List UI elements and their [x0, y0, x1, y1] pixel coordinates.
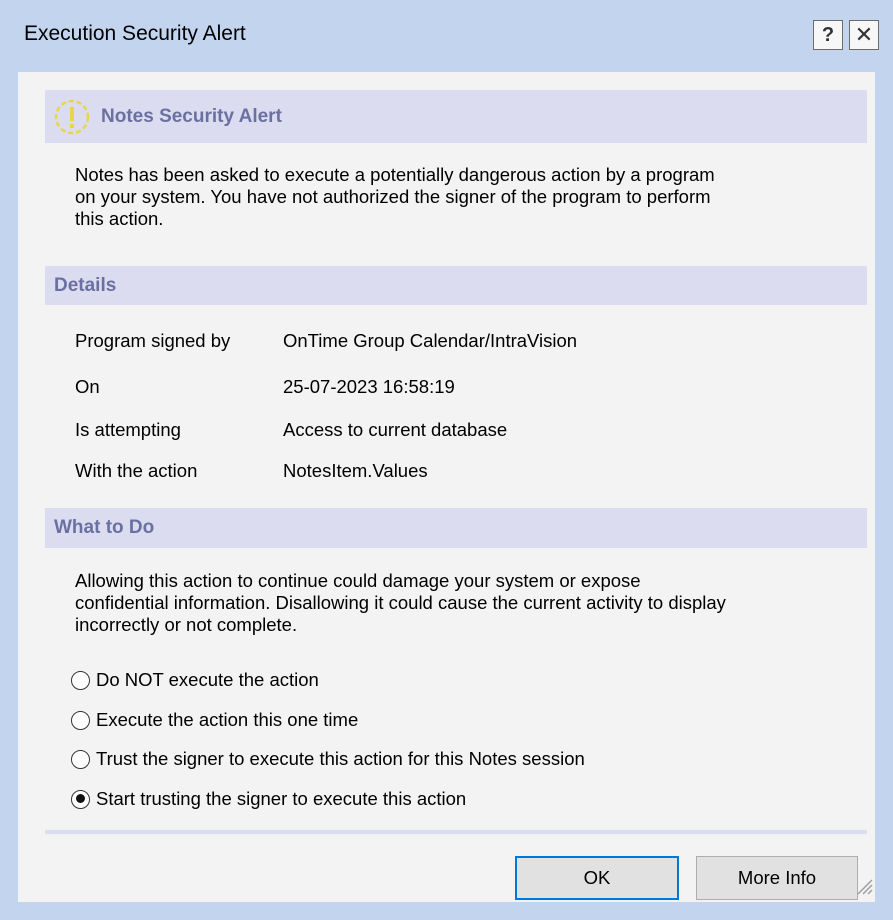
what-to-do-line-1: Allowing this action to continue could d…	[75, 570, 641, 591]
warning-icon	[53, 98, 91, 142]
more-info-button[interactable]: More Info	[696, 856, 858, 900]
details-heading: Details	[54, 275, 117, 296]
what-to-do-heading: What to Do	[54, 517, 155, 538]
what-to-do-message: Allowing this action to continue could d…	[75, 570, 726, 636]
option-execute-once[interactable]: Execute the action this one time	[71, 707, 358, 733]
alert-message-line-2: on your system. You have not authorized …	[75, 186, 711, 207]
option-do-not-execute[interactable]: Do NOT execute the action	[71, 667, 319, 693]
radio-unchecked-icon[interactable]	[71, 710, 90, 730]
details-header: Details	[45, 266, 867, 305]
alert-message-line-3: this action.	[75, 208, 164, 229]
ok-button[interactable]: OK	[515, 856, 679, 900]
what-to-do-line-2: confidential information. Disallowing it…	[75, 592, 726, 613]
detail-label: Is attempting	[75, 419, 181, 440]
option-trust-session[interactable]: Trust the signer to execute this action …	[71, 746, 585, 772]
ok-button-label: OK	[583, 867, 611, 888]
option-label: Start trusting the signer to execute thi…	[96, 788, 467, 809]
alert-header: Notes Security Alert	[45, 90, 867, 143]
dialog-window: Execution Security Alert ? ✕ Notes Secur…	[0, 0, 893, 920]
alert-heading: Notes Security Alert	[101, 106, 282, 127]
what-to-do-line-3: incorrectly or not complete.	[75, 614, 298, 635]
radio-unchecked-icon[interactable]	[71, 670, 90, 690]
dialog-body: Notes Security Alert Notes has been aske…	[18, 72, 875, 902]
option-label: Execute the action this one time	[96, 709, 359, 730]
detail-label: On	[75, 376, 100, 397]
detail-value: NotesItem.Values	[283, 460, 428, 481]
detail-label: Program signed by	[75, 330, 231, 351]
close-icon: ✕	[854, 22, 874, 47]
title-bar[interactable]: Execution Security Alert ? ✕	[0, 0, 893, 72]
close-button[interactable]: ✕	[849, 20, 879, 50]
alert-message-line-1: Notes has been asked to execute a potent…	[75, 164, 715, 185]
window-title: Execution Security Alert	[24, 22, 246, 45]
radio-checked-icon[interactable]	[71, 789, 90, 809]
help-icon: ?	[821, 23, 835, 46]
help-button[interactable]: ?	[813, 20, 843, 50]
divider	[45, 830, 867, 834]
more-info-button-label: More Info	[737, 867, 817, 888]
resize-grip-icon[interactable]	[855, 877, 873, 900]
detail-value: Access to current database	[283, 419, 508, 440]
alert-message: Notes has been asked to execute a potent…	[75, 164, 715, 230]
option-start-trusting[interactable]: Start trusting the signer to execute thi…	[71, 786, 466, 812]
detail-value: OnTime Group Calendar/IntraVision	[283, 330, 578, 351]
option-label: Do NOT execute the action	[96, 669, 319, 690]
detail-label: With the action	[75, 460, 198, 481]
option-label: Trust the signer to execute this action …	[96, 748, 585, 769]
what-to-do-header: What to Do	[45, 508, 867, 548]
radio-unchecked-icon[interactable]	[71, 749, 90, 769]
detail-value: 25-07-2023 16:58:19	[283, 376, 455, 397]
